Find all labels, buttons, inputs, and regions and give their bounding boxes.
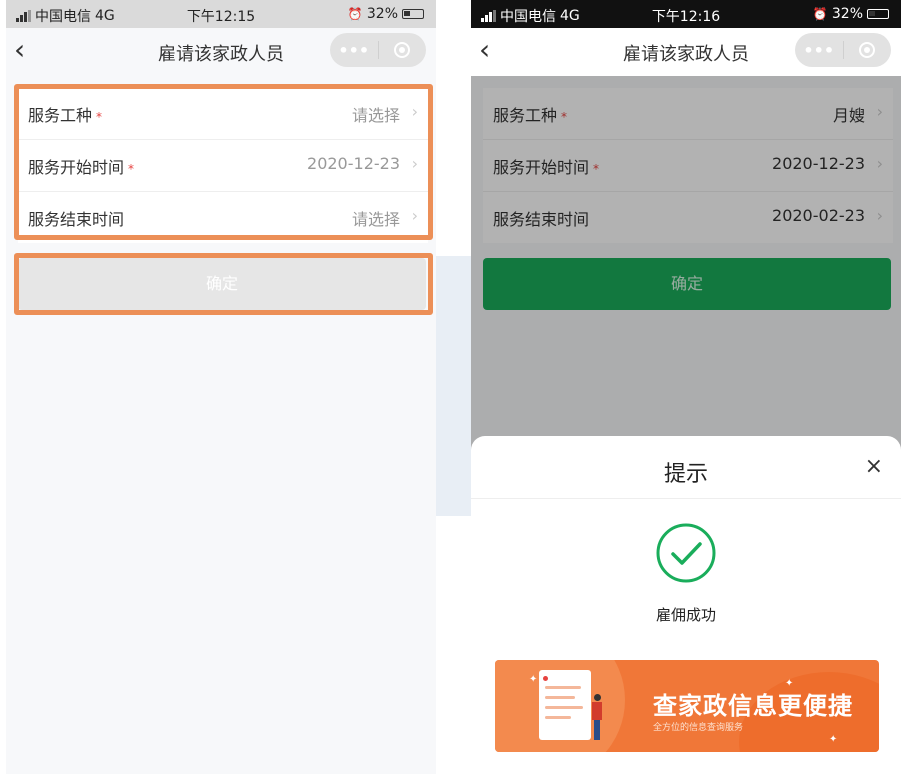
status-bar: 中国电信 4G 下午12:16 ⏰ 32%: [471, 0, 901, 28]
close-miniprogram-icon[interactable]: [379, 42, 427, 58]
highlight-box-form: [14, 84, 433, 240]
close-icon[interactable]: ×: [865, 454, 883, 479]
person-illustration-icon: [591, 694, 603, 740]
highlight-box-confirm: [14, 253, 433, 315]
alarm-icon: ⏰: [347, 7, 363, 21]
more-icon[interactable]: •••: [795, 41, 843, 60]
sparkle-icon: ✦: [529, 674, 538, 685]
success-message: 雇佣成功: [655, 606, 716, 624]
banner-title: 查家政信息更便捷: [653, 692, 853, 720]
nav-bar: ‹ 雇请该家政人员 •••: [6, 28, 436, 76]
battery-info: ⏰ 32%: [813, 6, 889, 22]
status-bar: 中国电信 4G 下午12:15 ⏰ 32%: [6, 0, 436, 28]
check-circle-icon: [656, 523, 716, 583]
battery-percent: 32%: [831, 6, 863, 22]
battery-icon: [867, 9, 889, 19]
nav-bar: ‹ 雇请该家政人员 •••: [471, 28, 901, 76]
dialog-title: 提示: [663, 462, 708, 487]
background-strip: [436, 256, 471, 516]
alarm-icon: ⏰: [812, 7, 828, 21]
document-illustration-icon: [539, 670, 591, 740]
banner-subtitle: 全方位的信息查询服务: [653, 723, 744, 733]
battery-info: ⏰ 32%: [348, 6, 424, 22]
sparkle-icon: ✦: [829, 734, 838, 745]
success-dialog: 提示 × 雇佣成功 ✦ ✦ ✦ 查家政信息更便捷 全方位的信息查询服务: [471, 436, 901, 774]
close-miniprogram-icon[interactable]: [844, 42, 892, 58]
miniprogram-capsule: •••: [795, 33, 891, 67]
promo-banner[interactable]: ✦ ✦ ✦ 查家政信息更便捷 全方位的信息查询服务: [495, 660, 879, 752]
dialog-divider: [471, 498, 901, 499]
phone-screen-after: 中国电信 4G 下午12:16 ⏰ 32% ‹ 雇请该家政人员 ••• 服务工种…: [471, 0, 901, 774]
battery-icon: [402, 9, 424, 19]
more-icon[interactable]: •••: [330, 41, 378, 60]
battery-percent: 32%: [366, 6, 398, 22]
phone-screen-before: 中国电信 4G 下午12:15 ⏰ 32% ‹ 雇请该家政人员 ••• 服务工种…: [6, 0, 436, 774]
miniprogram-capsule: •••: [330, 33, 426, 67]
